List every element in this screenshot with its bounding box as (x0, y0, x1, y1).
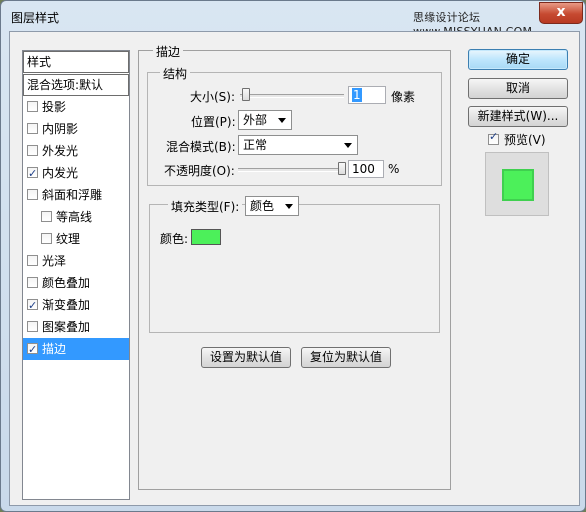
new-style-button[interactable]: 新建样式(W)... (468, 106, 568, 127)
size-input[interactable]: 1 (348, 86, 386, 104)
inner-glow-checkbox[interactable] (27, 163, 38, 185)
position-label: 位置(P): (191, 115, 236, 129)
style-item-label: 斜面和浮雕 (42, 188, 103, 202)
outer-glow-checkbox[interactable] (27, 145, 38, 156)
style-item-label: 外发光 (42, 144, 79, 158)
blend-mode-select[interactable]: 正常 (238, 135, 358, 155)
style-item-contour[interactable]: 等高线 (23, 206, 129, 228)
layer-style-dialog: 图层样式 思缘设计论坛 www.MISSYUAN.COM x 样式 混合选项:默… (0, 0, 586, 512)
opacity-slider-thumb[interactable] (338, 162, 346, 175)
opacity-unit: % (388, 162, 400, 176)
structure-title: 结构 (160, 65, 191, 82)
satin-checkbox[interactable] (27, 255, 38, 266)
size-label: 大小(S): (190, 90, 236, 104)
set-default-button[interactable]: 设置为默认值 (201, 347, 291, 368)
opacity-slider-track[interactable] (238, 168, 342, 172)
pattern-overlay-checkbox[interactable] (27, 321, 38, 332)
style-item-pattern-overlay[interactable]: 图案叠加 (23, 316, 129, 338)
style-list: 样式 混合选项:默认 投影 内阴影 外发光 内发光 斜面和浮雕 (22, 50, 130, 500)
style-item-gradient-overlay[interactable]: 渐变叠加 (23, 294, 129, 317)
opacity-label: 不透明度(O): (164, 164, 235, 178)
chevron-down-icon (278, 118, 286, 123)
chevron-down-icon (344, 143, 352, 148)
reset-default-button[interactable]: 复位为默认值 (301, 347, 391, 368)
style-item-label: 投影 (42, 100, 67, 114)
style-item-inner-glow[interactable]: 内发光 (23, 162, 129, 185)
color-label: 颜色: (160, 232, 189, 246)
blend-options-item[interactable]: 混合选项:默认 (23, 74, 129, 96)
title-bar[interactable]: 图层样式 思缘设计论坛 www.MISSYUAN.COM x (1, 1, 585, 38)
close-icon: x (556, 4, 566, 20)
opacity-input[interactable]: 100 (348, 160, 384, 178)
fill-type-label: 填充类型(F): (168, 198, 243, 215)
preview-label: 预览(V) (504, 133, 546, 147)
inner-shadow-checkbox[interactable] (27, 123, 38, 134)
bevel-emboss-checkbox[interactable] (27, 189, 38, 200)
gradient-overlay-checkbox[interactable] (27, 295, 38, 317)
close-button[interactable]: x (539, 2, 583, 24)
style-item-label: 光泽 (42, 254, 67, 268)
style-item-stroke[interactable]: 描边 (23, 338, 129, 361)
cancel-button[interactable]: 取消 (468, 78, 568, 99)
blend-mode-label: 混合模式(B): (166, 140, 236, 154)
stroke-panel: 描边 结构 大小(S): 1 像素 位置(P): 外部 混合模式(B): 正常 … (138, 43, 451, 490)
ok-button[interactable]: 确定 (468, 49, 568, 70)
stroke-color-swatch[interactable] (191, 229, 221, 245)
preview-checkbox[interactable] (488, 130, 499, 145)
fill-type-group: 填充类型(F): 颜色 颜色: (149, 196, 440, 333)
style-item-color-overlay[interactable]: 颜色叠加 (23, 272, 129, 294)
preview-thumbnail (485, 152, 549, 216)
fill-type-select[interactable]: 颜色 (245, 196, 299, 216)
drop-shadow-checkbox[interactable] (27, 101, 38, 112)
size-unit: 像素 (391, 90, 416, 104)
style-item-label: 颜色叠加 (42, 276, 91, 290)
style-item-drop-shadow[interactable]: 投影 (23, 96, 129, 118)
style-item-inner-shadow[interactable]: 内阴影 (23, 118, 129, 140)
style-item-label: 等高线 (56, 210, 93, 224)
style-list-header[interactable]: 样式 (23, 51, 129, 73)
dialog-body: 样式 混合选项:默认 投影 内阴影 外发光 内发光 斜面和浮雕 (9, 31, 580, 506)
color-overlay-checkbox[interactable] (27, 277, 38, 288)
style-item-label: 渐变叠加 (42, 298, 91, 312)
style-item-texture[interactable]: 纹理 (23, 228, 129, 250)
position-select[interactable]: 外部 (238, 110, 292, 130)
style-item-outer-glow[interactable]: 外发光 (23, 140, 129, 162)
style-item-label: 纹理 (56, 232, 81, 246)
contour-checkbox[interactable] (41, 211, 52, 222)
stroke-section-title: 描边 (153, 43, 184, 60)
style-item-label: 图案叠加 (42, 320, 91, 334)
structure-group: 结构 大小(S): 1 像素 位置(P): 外部 混合模式(B): 正常 不透明… (147, 65, 442, 186)
size-slider-track[interactable] (240, 94, 344, 98)
style-item-bevel-emboss[interactable]: 斜面和浮雕 (23, 184, 129, 206)
style-item-satin[interactable]: 光泽 (23, 250, 129, 272)
style-item-label: 内发光 (42, 166, 79, 180)
stroke-checkbox[interactable] (27, 339, 38, 361)
preview-swatch (502, 169, 534, 201)
window-title: 图层样式 (11, 11, 60, 25)
size-slider-thumb[interactable] (242, 88, 250, 101)
style-item-label: 内阴影 (42, 122, 79, 136)
texture-checkbox[interactable] (41, 233, 52, 244)
style-item-label: 描边 (42, 342, 67, 356)
chevron-down-icon (285, 204, 293, 209)
